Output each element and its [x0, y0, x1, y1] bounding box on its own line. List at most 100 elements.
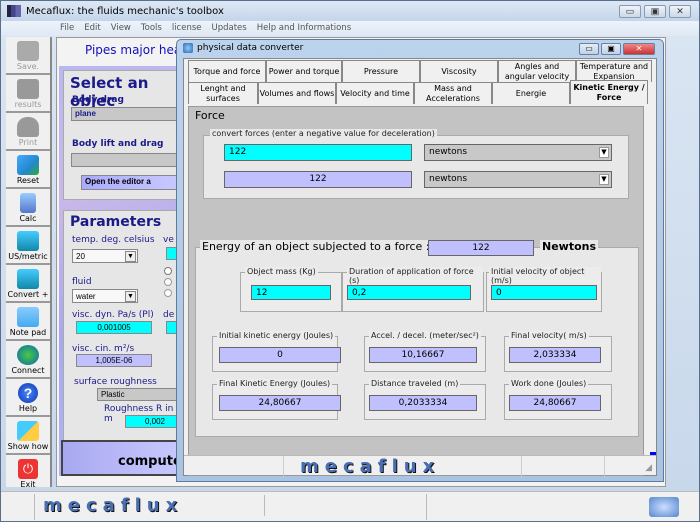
visc-cin-label: visc. cin. m²/s — [72, 344, 135, 354]
final-velocity-field: 2,033334 — [509, 347, 601, 363]
energy-title: Energy of an object subjected to a force… — [200, 240, 432, 253]
dialog-minimize-button[interactable]: ▭ — [579, 43, 599, 55]
tab-angles[interactable]: Angles and angular velocity — [498, 60, 576, 82]
menu-license[interactable]: license — [167, 21, 207, 36]
radio-option-2[interactable] — [164, 278, 172, 286]
duration-input[interactable]: 0,2 — [347, 285, 471, 300]
temp-label: temp. deg. celsius — [72, 235, 155, 245]
duration-group: Duration of application of force (s) 0,2 — [342, 267, 484, 312]
menu-help[interactable]: Help and Informations — [252, 21, 356, 36]
final-velocity-group: Final velocity( m/s) 2,033334 — [504, 331, 612, 372]
visc-dyn-label: visc. dyn. Pa/s (Pl) — [72, 310, 154, 320]
visc-dyn-field[interactable]: 0,001005 — [76, 321, 152, 334]
status-divider — [426, 494, 428, 520]
dialog-maximize-button[interactable]: ▣ — [601, 43, 621, 55]
tab-energie[interactable]: Energie — [492, 82, 570, 104]
body-lift-select[interactable] — [71, 153, 186, 167]
calc-button[interactable]: Calc — [6, 189, 50, 227]
final-ke-label: Final Kinetic Energy (Joules) — [217, 379, 333, 388]
dialog-status-bar: mecaflux ◢ — [184, 455, 656, 477]
tab-mass-accelerations[interactable]: Mass and Accelerations — [414, 82, 492, 104]
body-drag-select[interactable]: plane — [71, 107, 186, 121]
show-how-button[interactable]: Show how — [6, 417, 50, 455]
density-label: de — [163, 310, 175, 320]
physical-data-converter-dialog: physical data converter ▭ ▣ ✕ Torque and… — [176, 39, 664, 482]
dialog-title: physical data converter — [197, 43, 304, 53]
chevron-down-icon: ▼ — [599, 147, 609, 158]
connect-button[interactable]: Connect — [6, 341, 50, 379]
menu-tools[interactable]: Tools — [136, 21, 167, 36]
accel-field: 10,16667 — [369, 347, 477, 363]
force-output: 122 — [224, 171, 412, 188]
tab-volumes-flows[interactable]: Volumes and flows — [258, 82, 336, 104]
initial-velocity-input[interactable]: 0 — [491, 285, 597, 300]
minimize-button[interactable]: ▭ — [619, 5, 641, 18]
print-icon — [17, 117, 39, 137]
close-button[interactable]: ✕ — [669, 5, 691, 18]
surface-select[interactable]: Plastic — [97, 388, 187, 401]
network-icon — [649, 497, 679, 517]
surface-label: surface roughness — [74, 377, 157, 387]
side-toolbar: Save. results Print Reset Calc US/metric… — [6, 37, 52, 493]
compute-button[interactable]: compute — [61, 440, 182, 476]
convert-forces-group: convert forces (enter a negative value f… — [203, 129, 629, 199]
status-bar: mecaflux — [1, 491, 699, 521]
chevron-down-icon: ▼ — [125, 291, 136, 302]
save-button[interactable]: Save. — [6, 37, 50, 75]
force-input[interactable]: 122 — [224, 144, 412, 161]
radio-option-1[interactable] — [164, 267, 172, 275]
reset-icon — [17, 155, 39, 175]
tab-kinetic-energy-force[interactable]: Kinetic Energy / Force — [570, 80, 648, 104]
force-section-title: Force — [195, 109, 225, 122]
tab-temperature[interactable]: Temperature and Expansion — [576, 60, 652, 82]
dialog-close-button[interactable]: ✕ — [623, 43, 655, 55]
resize-grip-icon[interactable]: ◢ — [645, 462, 652, 473]
tab-velocity-time[interactable]: Velocity and time — [336, 82, 414, 104]
accel-label: Accel. / decel. (meter/sec²) — [369, 331, 481, 340]
status-cell — [9, 494, 35, 520]
dialog-status-cell — [194, 456, 284, 476]
us-metric-button[interactable]: US/metric — [6, 227, 50, 265]
menu-view[interactable]: View — [106, 21, 136, 36]
energy-force-field: 122 — [428, 240, 534, 256]
body-lift-label: Body lift and drag — [72, 139, 164, 149]
work-done-label: Work done (Joules) — [509, 379, 589, 388]
dialog-title-bar: physical data converter — [183, 43, 303, 53]
final-ke-group: Final Kinetic Energy (Joules) 24,80667 — [212, 379, 341, 420]
menu-edit[interactable]: Edit — [79, 21, 105, 36]
dialog-body: Torque and force Power and torque Pressu… — [183, 58, 657, 477]
mass-input[interactable]: 12 — [251, 285, 331, 300]
convert-button[interactable]: Convert + — [6, 265, 50, 303]
maximize-button[interactable]: ▣ — [644, 5, 666, 18]
tab-torque-force[interactable]: Torque and force — [188, 60, 266, 82]
convert-forces-legend: convert forces (enter a negative value f… — [210, 129, 437, 138]
final-velocity-label: Final velocity( m/s) — [509, 331, 589, 340]
results-button[interactable]: results — [6, 75, 50, 113]
title-bar: Mecaflux: the fluids mechanic's toolbox … — [1, 1, 699, 21]
menu-updates[interactable]: Updates — [207, 21, 252, 36]
notepad-button[interactable]: Note pad — [6, 303, 50, 341]
open-editor-button[interactable]: Open the editor a — [81, 175, 191, 190]
tab-length-surfaces[interactable]: Lenght and surfaces — [188, 82, 258, 104]
print-button[interactable]: Print — [6, 113, 50, 151]
app-icon — [7, 5, 21, 17]
select-object-group: Select an objec Body drag plane Body lif… — [63, 70, 191, 200]
output-unit-select[interactable]: newtons ▼ — [424, 171, 612, 188]
tab-pressure[interactable]: Pressure — [342, 60, 420, 82]
menu-bar: File Edit View Tools license Updates Hel… — [1, 21, 699, 36]
tab-row-2: Lenght and surfaces Volumes and flows Ve… — [188, 80, 648, 104]
results-icon — [17, 79, 39, 99]
globe-icon — [17, 345, 39, 365]
menu-file[interactable]: File — [55, 21, 79, 36]
fluid-select[interactable]: water ▼ — [72, 289, 138, 303]
radio-option-3[interactable] — [164, 289, 172, 297]
show-how-icon — [17, 421, 39, 441]
help-button[interactable]: ? Help — [6, 379, 50, 417]
temp-select[interactable]: 20 ▼ — [72, 249, 138, 263]
exit-button[interactable]: ⏻ Exit — [6, 455, 50, 493]
tab-viscosity[interactable]: Viscosity — [420, 60, 498, 82]
tab-power-torque[interactable]: Power and torque — [266, 60, 342, 82]
notepad-icon — [17, 307, 39, 327]
input-unit-select[interactable]: newtons ▼ — [424, 144, 612, 161]
reset-button[interactable]: Reset — [6, 151, 50, 189]
